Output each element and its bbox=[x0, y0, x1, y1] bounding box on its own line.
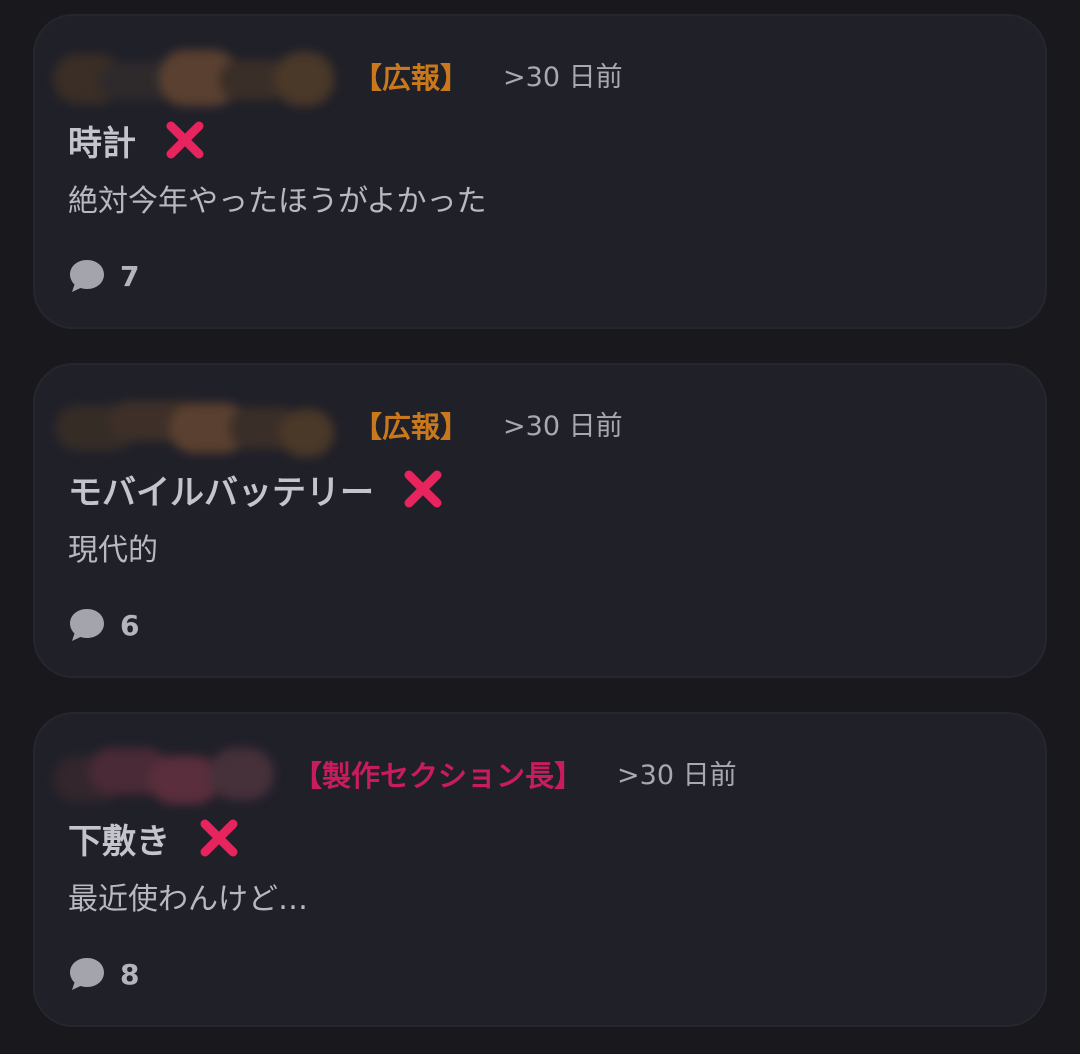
post-body: 最近使わんけど… bbox=[68, 882, 308, 917]
post-card[interactable]: 【広報】 >30 日前 モバイルバッテリー 現代的 6 bbox=[33, 363, 1047, 678]
post-header: 【製作セクション長】 >30 日前 bbox=[49, 746, 737, 806]
post-title: モバイルバッテリー bbox=[68, 472, 374, 513]
cross-mark-icon[interactable] bbox=[198, 817, 240, 859]
post-title-row: 下敷き bbox=[68, 812, 240, 864]
post-header: 【広報】 >30 日前 bbox=[49, 48, 623, 108]
speech-bubble-icon bbox=[70, 260, 104, 292]
post-card[interactable]: 【製作セクション長】 >30 日前 下敷き 最近使わんけど… 8 bbox=[33, 712, 1047, 1027]
post-feed: 【広報】 >30 日前 時計 絶対今年やったほうがよかった 7 【広報】 >30… bbox=[0, 0, 1080, 1054]
cross-mark-icon[interactable] bbox=[164, 119, 206, 161]
comment-count: 7 bbox=[120, 259, 140, 293]
comment-count: 8 bbox=[120, 957, 140, 991]
post-title: 下敷き bbox=[68, 821, 170, 862]
role-badge: 【広報】 bbox=[353, 61, 470, 95]
post-header: 【広報】 >30 日前 bbox=[49, 397, 623, 457]
blurred-username bbox=[49, 746, 289, 806]
comment-button[interactable]: 8 bbox=[68, 952, 139, 996]
post-title: 時計 bbox=[68, 123, 136, 164]
role-badge: 【広報】 bbox=[353, 410, 470, 444]
post-title-row: 時計 bbox=[68, 114, 206, 166]
blurred-username bbox=[49, 397, 349, 457]
post-title-row: モバイルバッテリー bbox=[68, 463, 444, 515]
comment-button[interactable]: 6 bbox=[68, 603, 139, 647]
post-body: 現代的 bbox=[68, 533, 158, 568]
post-timestamp: >30 日前 bbox=[503, 411, 623, 442]
cross-mark-icon[interactable] bbox=[402, 468, 444, 510]
blurred-username bbox=[49, 48, 349, 108]
post-timestamp: >30 日前 bbox=[503, 62, 623, 93]
post-body: 絶対今年やったほうがよかった bbox=[68, 184, 487, 219]
post-timestamp: >30 日前 bbox=[617, 760, 737, 791]
speech-bubble-icon bbox=[70, 958, 104, 990]
comment-count: 6 bbox=[120, 608, 140, 642]
post-card[interactable]: 【広報】 >30 日前 時計 絶対今年やったほうがよかった 7 bbox=[33, 14, 1047, 329]
comment-button[interactable]: 7 bbox=[68, 254, 139, 298]
role-badge: 【製作セクション長】 bbox=[293, 759, 584, 793]
speech-bubble-icon bbox=[70, 609, 104, 641]
